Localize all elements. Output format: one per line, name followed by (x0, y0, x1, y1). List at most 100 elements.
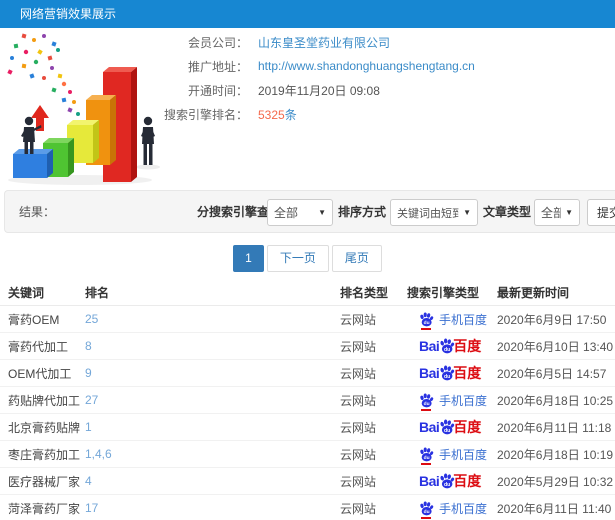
table-row: OEM代加工 9 云网站 Bai du 百度 2020年6月5日 14:57 (0, 360, 615, 387)
col-header-updated: 最新更新时间 (497, 286, 570, 300)
svg-text:du: du (424, 401, 430, 407)
baidu-logo: Bai du 百度 (419, 336, 481, 356)
keyword-cell: OEM代加工 (8, 366, 72, 381)
baidu-logo: Bai du 百度 (419, 471, 481, 491)
keyword-cell: 药贴牌代加工 (8, 393, 81, 408)
engine-type-cell: du 手机百度 (405, 311, 495, 330)
table-row: 膏药代加工 8 云网站 Bai du 百度 2020年6月10日 13:40 (0, 333, 615, 360)
rank-link[interactable]: 9 (85, 366, 92, 380)
rank-link[interactable]: 27 (85, 393, 98, 407)
rank-type-cell: 云网站 (340, 312, 377, 327)
mobile-baidu-logo: du 手机百度 (419, 446, 488, 465)
table-row: 医疗器械厂家 4 云网站 Bai du 百度 2020年5月29日 10:32 (0, 468, 615, 495)
info-label: 推广地址： (187, 59, 248, 74)
baidu-bai-label: Bai (419, 419, 440, 435)
table-row: 菏泽膏药厂家 17 云网站 du 手机百度 2020年6月11日 11:40 (0, 495, 615, 520)
rank-link[interactable]: 4 (85, 474, 92, 488)
svg-text:du: du (424, 455, 430, 461)
dropdown-caret-icon: ▼ (463, 208, 471, 217)
col-header-rank: 排名 (85, 286, 110, 300)
info-label: 会员公司： (187, 35, 248, 50)
baidu-paw-icon: du (420, 501, 434, 515)
table-row: 膏药OEM 25 云网站 du 手机百度 2020年6月9日 17:50 (0, 306, 615, 333)
article-type-label: 文章类型 (483, 205, 532, 219)
info-value: 5325条 (258, 106, 297, 123)
svg-text:du: du (444, 482, 450, 488)
baidu-logo: Bai du 百度 (419, 417, 481, 437)
keyword-cell: 枣庄膏药加工 (8, 447, 81, 462)
table-body: 膏药OEM 25 云网站 du 手机百度 2020年6月9日 17:50 膏药代加工 8 云网站… (0, 306, 615, 520)
info-label: 搜索引擎排名： (163, 107, 248, 122)
info-value: 2019年11月20日 09:08 (258, 83, 380, 98)
rank-link[interactable]: 1 (85, 420, 92, 434)
updated-time-cell: 2020年6月11日 11:40 (497, 501, 612, 516)
info-value-link[interactable]: http://www.shandonghuangshengtang.cn (258, 59, 475, 73)
col-header-rank-type: 排名类型 (340, 286, 389, 300)
info-row: 搜索引擎排名： 5325条 (160, 102, 475, 126)
mobile-baidu-logo: du 手机百度 (419, 392, 488, 411)
updated-time-cell: 2020年6月18日 10:19 (497, 447, 614, 462)
keyword-cell: 菏泽膏药厂家 (8, 501, 81, 516)
submit-button[interactable]: 提交 (587, 199, 615, 226)
engine-name-label: 手机百度 (439, 501, 488, 516)
engine-type-cell: du 手机百度 (405, 500, 495, 519)
engine-type-cell: Bai du 百度 (405, 417, 495, 437)
baidu-cn-label: 百度 (453, 473, 482, 489)
keyword-cell: 医疗器械厂家 (8, 474, 81, 489)
baidu-bai-label: Bai (419, 365, 440, 381)
info-row: 会员公司： 山东皇圣堂药业有限公司 (160, 30, 475, 54)
col-header-engine-type: 搜索引擎类型 (407, 286, 480, 300)
page-header: 网络营销效果展示 (0, 0, 615, 28)
svg-text:du: du (424, 320, 430, 326)
updated-time-cell: 2020年6月11日 11:18 (497, 420, 612, 435)
engine-name-label: 手机百度 (439, 447, 488, 462)
engine-select[interactable]: 全部 ▼ (267, 199, 333, 226)
keyword-cell: 膏药OEM (8, 312, 60, 327)
svg-text:du: du (444, 428, 450, 434)
rank-link[interactable]: 8 (85, 339, 92, 353)
baidu-bai-label: Bai (419, 473, 440, 489)
filter-bar: 结果： 分搜索引擎查看 全部 ▼ 排序方式 关键词由短到长排序 ▼ 文章类型 全… (4, 190, 615, 233)
ranking-count: 5325 (258, 107, 285, 122)
rank-type-cell: 云网站 (340, 339, 377, 354)
marketing-effect-page: 网络营销效果展示 会员公司： 山东皇圣堂药业有限公司 推广地址： http://… (0, 0, 615, 520)
info-value-link[interactable]: 山东皇圣堂药业有限公司 (258, 34, 390, 51)
baidu-bai-label: Bai (419, 338, 440, 354)
engine-type-cell: Bai du 百度 (405, 363, 495, 383)
keyword-cell: 膏药代加工 (8, 339, 69, 354)
next-page-button[interactable]: 下一页 (266, 245, 329, 272)
baidu-paw-icon: du (440, 338, 455, 354)
confetti-dots-icon (7, 33, 80, 116)
keyword-cell: 北京膏药贴牌 (8, 420, 81, 435)
baidu-paw-icon: du (440, 365, 455, 381)
page-title: 网络营销效果展示 (20, 7, 117, 21)
page-1-button[interactable]: 1 (233, 245, 264, 272)
baidu-underline-icon (421, 408, 431, 411)
rank-link[interactable]: 25 (85, 312, 98, 326)
mobile-baidu-logo: du 手机百度 (419, 500, 488, 519)
baidu-underline-icon (421, 462, 431, 465)
rank-type-cell: 云网站 (340, 474, 377, 489)
baidu-paw-icon: du (420, 447, 434, 461)
table-row: 北京膏药贴牌 1 云网站 Bai du 百度 2020年6月11日 11:18 (0, 414, 615, 441)
baidu-underline-icon (421, 516, 431, 519)
info-row: 开通时间： 2019年11月20日 09:08 (160, 78, 475, 102)
info-row: 推广地址： http://www.shandonghuangshengtang.c… (160, 54, 475, 78)
rank-type-cell: 云网站 (340, 393, 377, 408)
engine-name-label: 手机百度 (439, 393, 488, 408)
article-type-select[interactable]: 全部 ▼ (534, 199, 580, 226)
baidu-cn-label: 百度 (453, 338, 482, 354)
dropdown-caret-icon: ▼ (565, 208, 573, 217)
rank-type-cell: 云网站 (340, 420, 377, 435)
svg-text:du: du (444, 374, 450, 380)
info-label: 开通时间： (187, 83, 248, 98)
baidu-logo: Bai du 百度 (419, 363, 481, 383)
last-page-button[interactable]: 尾页 (331, 245, 382, 272)
rank-type-cell: 云网站 (340, 366, 377, 381)
rank-link[interactable]: 1,4,6 (85, 447, 112, 461)
sort-select[interactable]: 关键词由短到长排序 ▼ (390, 199, 478, 226)
pagination: 1 下一页 尾页 (0, 245, 615, 272)
rank-type-cell: 云网站 (340, 501, 377, 516)
mobile-baidu-logo: du 手机百度 (419, 311, 487, 330)
rank-link[interactable]: 17 (85, 501, 98, 515)
